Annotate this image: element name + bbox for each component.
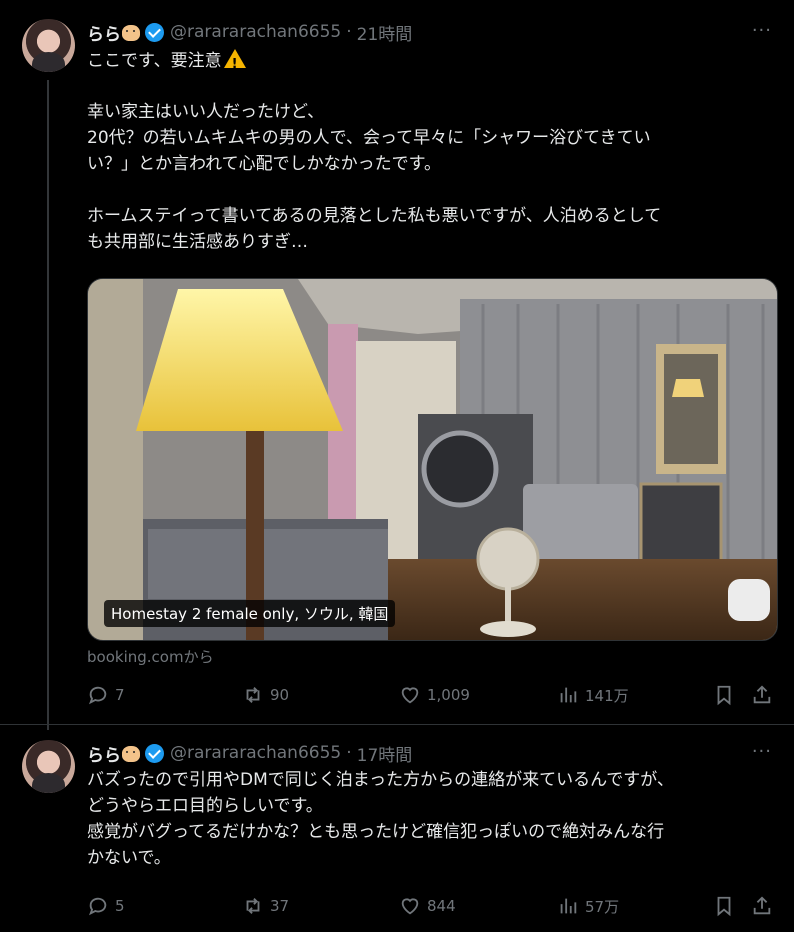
- bookmark-button[interactable]: [713, 684, 741, 706]
- like-button[interactable]: 844: [399, 895, 456, 917]
- views-chart-icon: [560, 687, 577, 703]
- verified-badge-icon[interactable]: [145, 22, 164, 42]
- action-bar: 5 37 844 57万: [87, 895, 777, 921]
- timestamp[interactable]: 17時間: [357, 741, 413, 766]
- share-button[interactable]: [751, 684, 779, 706]
- tweet-text-line1: ここです、要注意: [87, 51, 222, 71]
- verified-badge-icon[interactable]: [145, 743, 164, 763]
- reply-icon: [88, 897, 107, 916]
- tweet-header: らら @rarararachan6655 · 21時間: [87, 19, 412, 45]
- retweet-count: 37: [270, 897, 290, 915]
- heart-icon: [401, 687, 419, 704]
- display-name[interactable]: らら: [87, 20, 121, 45]
- reply-button[interactable]: 5: [87, 895, 125, 917]
- bookmark-icon: [717, 896, 731, 917]
- media-location-label: Homestay 2 female only, ソウル, 韓国: [104, 600, 396, 627]
- retweet-button[interactable]: 37: [242, 895, 289, 917]
- views-button[interactable]: 57万: [557, 895, 619, 917]
- tweet-text: ここです、要注意: [87, 47, 772, 78]
- bookmark-icon: [717, 685, 731, 706]
- views-button[interactable]: 141万: [557, 684, 629, 706]
- views-count: 141万: [585, 686, 629, 705]
- views-count: 57万: [585, 897, 620, 916]
- hamster-emoji-icon: [122, 25, 140, 41]
- like-count: 1,009: [427, 686, 470, 704]
- like-count: 844: [427, 897, 456, 915]
- separator-dot: ·: [346, 743, 352, 763]
- hamster-emoji-icon: [122, 746, 140, 762]
- avatar[interactable]: [22, 740, 75, 793]
- action-bar: 7 90 1,009 141万: [87, 684, 777, 710]
- warning-icon: [223, 49, 246, 78]
- user-handle[interactable]: @rarararachan6655: [170, 22, 341, 42]
- views-chart-icon: [560, 898, 577, 914]
- reply-button[interactable]: 7: [87, 684, 125, 706]
- reply-count: 5: [115, 897, 125, 915]
- heart-icon: [401, 898, 419, 915]
- retweet-button[interactable]: 90: [242, 684, 289, 706]
- user-handle[interactable]: @rarararachan6655: [170, 743, 341, 763]
- more-options-icon[interactable]: ···: [752, 20, 772, 41]
- tweet-2[interactable]: らら @rarararachan6655 · 17時間 ··· バズったので引用…: [0, 725, 794, 932]
- share-icon: [753, 896, 771, 915]
- tweet-1[interactable]: らら @rarararachan6655 · 21時間 ··· ここです、要注意…: [0, 0, 794, 730]
- retweet-icon: [246, 687, 260, 703]
- avatar[interactable]: [22, 19, 75, 72]
- tweet-header: らら @rarararachan6655 · 17時間: [87, 740, 412, 766]
- retweet-count: 90: [270, 686, 290, 704]
- display-name[interactable]: らら: [87, 741, 121, 766]
- bookmark-button[interactable]: [713, 895, 741, 917]
- timestamp[interactable]: 21時間: [357, 20, 413, 45]
- like-button[interactable]: 1,009: [399, 684, 470, 706]
- separator-dot: ·: [346, 22, 352, 42]
- tweet-media-image[interactable]: Homestay 2 female only, ソウル, 韓国: [87, 278, 778, 641]
- tweet-text: バズったので引用やDMで同じく泊まった方からの連絡が来ているんですが、 どうやら…: [87, 770, 674, 868]
- room-photo: [88, 279, 777, 640]
- reply-icon: [88, 686, 107, 705]
- reply-count: 7: [115, 686, 125, 704]
- link-source[interactable]: booking.comから: [87, 646, 214, 667]
- tweet-text-continued: 幸い家主はいい人だったけど、 20代？の若いムキムキの男の人で、会って早々に「シ…: [87, 102, 662, 252]
- retweet-icon: [246, 898, 260, 914]
- more-options-icon[interactable]: ···: [752, 741, 772, 762]
- thread-line: [47, 80, 49, 730]
- share-icon: [753, 685, 771, 704]
- share-button[interactable]: [751, 895, 779, 917]
